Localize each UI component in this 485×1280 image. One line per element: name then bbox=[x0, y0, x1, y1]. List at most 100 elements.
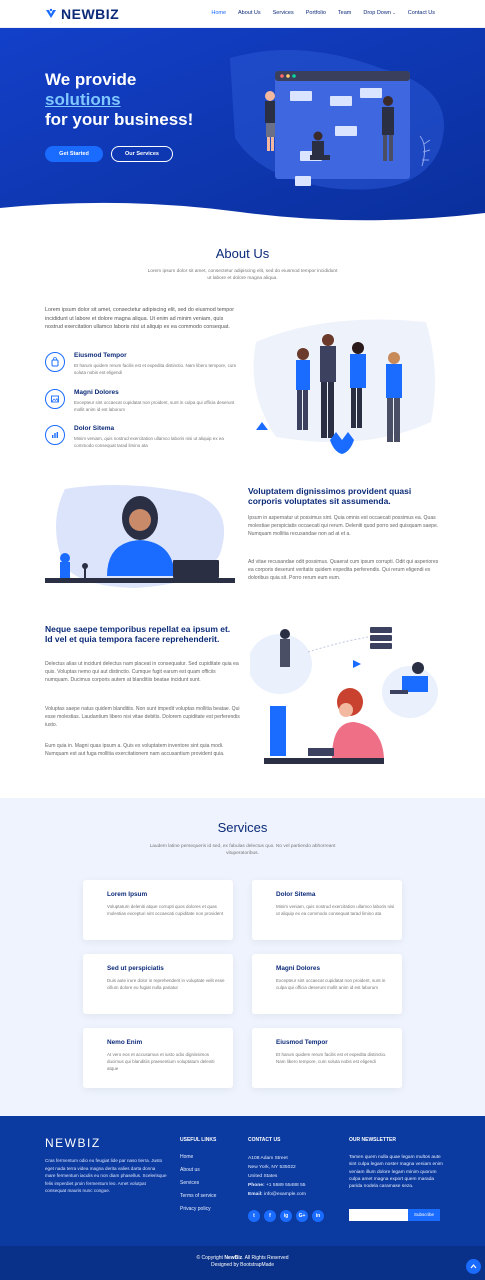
image-icon bbox=[51, 395, 59, 403]
service-card-title: Nemo Enim bbox=[107, 1039, 143, 1046]
email-row: Email: info@example.com bbox=[248, 1190, 306, 1199]
chevron-down-icon: ⌄ bbox=[392, 10, 396, 15]
footer-link-home[interactable]: Home bbox=[180, 1154, 193, 1160]
nav-about[interactable]: About Us bbox=[238, 10, 261, 16]
team-illustration bbox=[253, 319, 435, 454]
service-card-desc: At vero eos et accusamus et iusto odio d… bbox=[107, 1052, 215, 1071]
feature-desc: Minim veniam, quis nostrud exercitation … bbox=[74, 436, 224, 448]
copyright: © Copyright NewBiz. All Rights Reserved … bbox=[0, 1255, 485, 1269]
service-card-desc: Minim veniam, quis nostrud exercitation … bbox=[276, 904, 395, 916]
feature-icon-circle bbox=[45, 425, 65, 445]
nav-team[interactable]: Team bbox=[338, 10, 351, 16]
feature-desc: Excepteur sint occaecat cupidatat non pr… bbox=[74, 400, 235, 412]
nav-dropdown[interactable]: Drop Down ⌄ bbox=[363, 10, 395, 16]
about-intro-text: Lorem ipsum dolor sit amet, consectetur … bbox=[45, 307, 235, 330]
google-plus-icon[interactable]: G+ bbox=[296, 1210, 308, 1222]
service-card[interactable]: Sed ut perspiciatis Duis aute irure dolo… bbox=[83, 954, 233, 1014]
chevron-up-icon bbox=[470, 1264, 477, 1269]
logo-text: NEWBIZ bbox=[61, 6, 120, 22]
logo-icon bbox=[46, 8, 56, 18]
nav-services[interactable]: Services bbox=[273, 10, 294, 16]
copyright-suffix: . All Rights Reserved bbox=[242, 1255, 289, 1261]
woman-at-laptop-illustration bbox=[45, 485, 235, 588]
service-card[interactable]: Magni Dolores Excepteur sint occaecat cu… bbox=[252, 954, 402, 1014]
twitter-icon[interactable]: t bbox=[248, 1210, 260, 1222]
address-line-1: A108 Adam Street bbox=[248, 1156, 288, 1161]
designed-by[interactable]: Designed by BootstrapMade bbox=[0, 1262, 485, 1269]
block1-paragraph-2: Ad vitae recusandae odit possimus. Quaer… bbox=[248, 559, 439, 581]
feature-icon-circle bbox=[45, 352, 65, 372]
service-card-desc: Duis aute irure dolor in reprehenderit i… bbox=[107, 978, 225, 990]
top-navbar: NEWBIZ Home About Us Services Portfolio … bbox=[0, 0, 485, 28]
footer-bottom-bar: © Copyright NewBiz. All Rights Reserved … bbox=[0, 1246, 485, 1280]
hero-line-1: We provide bbox=[45, 70, 137, 89]
contact-info: A108 Adam Street New York, NY 535022 Uni… bbox=[248, 1154, 306, 1199]
service-card-title: Sed ut perspiciatis bbox=[107, 965, 164, 972]
phone-value: +1 5589 55488 55 bbox=[265, 1183, 306, 1188]
nav-dropdown-label: Drop Down bbox=[363, 10, 391, 16]
nav-contact[interactable]: Contact Us bbox=[408, 10, 435, 16]
subscribe-button[interactable]: Subscribe bbox=[408, 1209, 440, 1221]
service-card[interactable]: Nemo Enim At vero eos et accusamus et iu… bbox=[83, 1028, 233, 1088]
service-card[interactable]: Dolor Sitema Minim veniam, quis nostrud … bbox=[252, 880, 402, 940]
copyright-brand: NewBiz bbox=[224, 1255, 243, 1261]
footer-about-text: Cras fermentum odio eu feugiat lide par … bbox=[45, 1158, 167, 1194]
service-card-desc: Excepteur sint occaecat cupidatat non pr… bbox=[276, 978, 386, 990]
main-menu: Home About Us Services Portfolio Team Dr… bbox=[199, 10, 435, 16]
service-card-title: Magni Dolores bbox=[276, 965, 321, 972]
service-card-desc: Et harum quidem rerum facilis est et exp… bbox=[276, 1052, 387, 1064]
email-value[interactable]: info@example.com bbox=[264, 1192, 306, 1197]
footer-link-terms[interactable]: Terms of service bbox=[180, 1193, 216, 1199]
hero-illustration bbox=[265, 71, 431, 186]
bar-chart-icon bbox=[52, 432, 58, 438]
footer-link-about[interactable]: About us bbox=[180, 1167, 200, 1173]
useful-links-heading: USEFUL LINKS bbox=[180, 1137, 217, 1143]
service-card[interactable]: Eiusmod Tempor Et harum quidem rerum fac… bbox=[252, 1028, 402, 1088]
footer-logo[interactable]: NEWBIZ bbox=[45, 1136, 101, 1150]
block1-paragraph-1: Ipsum in aspernatur ut possimus sint. Qu… bbox=[248, 515, 439, 537]
footer-link-services[interactable]: Services bbox=[180, 1180, 199, 1186]
contact-heading: CONTACT US bbox=[248, 1137, 281, 1143]
services-subtitle: Laudem latine persequeris id sed, ex fab… bbox=[149, 844, 336, 856]
feature-dolor-sitema: Dolor Sitema Minim veniam, quis nostrud … bbox=[45, 425, 240, 455]
block2-paragraph-3: Eum quia in. Magni quas ipsum a. Quis ex… bbox=[45, 743, 225, 757]
facebook-icon[interactable]: f bbox=[264, 1210, 276, 1222]
block2-paragraph-1: Delectus alias ut incidunt delectus nam … bbox=[45, 661, 239, 683]
service-card[interactable]: Lorem Ipsum Voluptatum deleniti atque co… bbox=[83, 880, 233, 940]
hero-heading: We provide solutions for your business! bbox=[45, 70, 245, 130]
hero-line-3: for your business! bbox=[45, 110, 194, 129]
back-to-top-button[interactable] bbox=[466, 1259, 481, 1274]
shopping-bag-icon bbox=[51, 357, 59, 367]
nav-portfolio[interactable]: Portfolio bbox=[306, 10, 326, 16]
phone-label: Phone: bbox=[248, 1183, 265, 1188]
newsletter-text: Tamen quem nulla quae legam multos aute … bbox=[349, 1155, 443, 1190]
footer-link-privacy[interactable]: Privacy policy bbox=[180, 1206, 211, 1212]
email-label: Email: bbox=[248, 1192, 263, 1197]
service-card-title: Dolor Sitema bbox=[276, 891, 316, 898]
feature-title: Eiusmod Tempor bbox=[74, 352, 127, 359]
newsletter-heading: OUR NEWSLETTER bbox=[349, 1137, 396, 1143]
address-line-2: New York, NY 535022 bbox=[248, 1165, 296, 1170]
logo[interactable]: NEWBIZ bbox=[45, 6, 119, 22]
block2-paragraph-2: Voluptas saepe natus quidem blanditiis. … bbox=[45, 706, 240, 728]
service-card-title: Eiusmod Tempor bbox=[276, 1039, 328, 1046]
copyright-prefix: © Copyright bbox=[196, 1255, 223, 1261]
linkedin-icon[interactable]: in bbox=[312, 1210, 324, 1222]
nav-home[interactable]: Home bbox=[211, 10, 226, 16]
our-services-button[interactable]: Our Services bbox=[111, 146, 173, 162]
block1-title: Voluptatem dignissimos provident quasi c… bbox=[248, 486, 412, 506]
get-started-button[interactable]: Get Started bbox=[45, 146, 103, 162]
newsletter-email-input[interactable] bbox=[349, 1209, 408, 1221]
remote-work-illustration bbox=[250, 627, 438, 764]
feature-icon-circle bbox=[45, 389, 65, 409]
service-card-desc: Voluptatum deleniti atque corrupti quos … bbox=[107, 904, 224, 916]
hero-section: We provide solutions for your business! … bbox=[0, 28, 485, 228]
footer: NEWBIZ Cras fermentum odio eu feugiat li… bbox=[0, 1116, 485, 1246]
instagram-icon[interactable]: ig bbox=[280, 1210, 292, 1222]
copyright-line: © Copyright NewBiz. All Rights Reserved bbox=[0, 1255, 485, 1262]
phone-row: Phone: +1 5589 55488 55 bbox=[248, 1181, 306, 1190]
service-card-title: Lorem Ipsum bbox=[107, 891, 148, 898]
services-title: Services bbox=[217, 820, 268, 835]
feature-title: Dolor Sitema bbox=[74, 425, 115, 432]
feature-desc: Et harum quidem rerum facilis est et exp… bbox=[74, 363, 237, 375]
